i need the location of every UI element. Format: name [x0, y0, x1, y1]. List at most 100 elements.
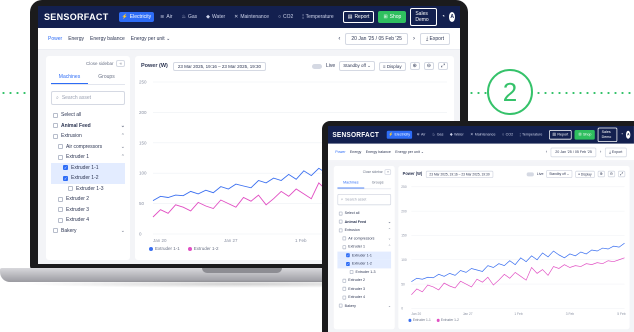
nav-item-water[interactable]: ◆ Water [203, 12, 228, 22]
asset-row[interactable]: Extruder 1 ⌃ [337, 243, 391, 251]
live-toggle[interactable] [526, 172, 534, 176]
asset-row[interactable]: Extruder 4 [337, 293, 391, 301]
select-all-row[interactable]: Select all [51, 110, 125, 121]
tab-groups[interactable]: Groups [88, 71, 125, 84]
live-toggle[interactable] [312, 63, 323, 69]
close-sidebar-label[interactable]: Close sidebar [363, 170, 383, 174]
checkbox[interactable]: ✓ [63, 175, 68, 181]
date-range-picker[interactable]: 20 Jan '25 / 05 Feb '25 [550, 147, 597, 157]
nav-item-temperature[interactable]: ¦ Temperature [517, 131, 544, 139]
export-button[interactable]: ⤓ Export [604, 147, 627, 157]
tab-energy[interactable]: Energy [350, 150, 361, 155]
zoom-in-icon[interactable]: ⊕ [597, 170, 605, 178]
chevron-icon[interactable]: ⌄ [388, 303, 391, 308]
nav-item-temperature[interactable]: ¦ Temperature [299, 12, 336, 22]
checkbox[interactable] [53, 133, 58, 139]
report-button[interactable]: ▤ Report [548, 130, 572, 140]
nav-item-gas[interactable]: ♨ Gas [178, 12, 200, 22]
checkbox[interactable] [338, 228, 343, 233]
asset-row[interactable]: Extruder 1-3 [337, 268, 391, 276]
checkbox[interactable] [349, 270, 354, 275]
avatar[interactable]: A [625, 130, 631, 139]
asset-row[interactable]: ✓ Extruder 1-1 [337, 251, 392, 260]
chevron-icon[interactable]: ⌃ [121, 133, 125, 139]
asset-row[interactable]: Extrusion ⌃ [51, 131, 125, 142]
chevron-icon[interactable]: ⌃ [121, 154, 125, 160]
asset-row[interactable]: Air compressors ⌄ [51, 142, 125, 153]
checkbox[interactable] [53, 112, 58, 118]
nav-item-water[interactable]: ◆ Water [448, 131, 466, 139]
tab-energy[interactable]: Energy per unit ⌄ [395, 150, 424, 155]
collapse-icon[interactable]: « [384, 169, 392, 175]
asset-row[interactable]: Animal Feed ⌄ [337, 218, 391, 226]
asset-row[interactable]: ✓ Extruder 1-2 [337, 259, 392, 268]
standby-select[interactable]: Standby off ⌄ [546, 170, 573, 178]
nav-item-co2[interactable]: ○ CO2 [500, 131, 515, 139]
chevron-icon[interactable]: ⌃ [388, 228, 391, 233]
checkbox[interactable] [53, 123, 58, 129]
checkbox[interactable]: ✓ [346, 261, 350, 266]
sales-demo-button[interactable]: Sales Demo [597, 127, 618, 142]
asset-row[interactable]: Bakery ⌄ [337, 302, 391, 310]
asset-row[interactable]: Extruder 2 [51, 194, 125, 205]
checkbox[interactable] [342, 295, 347, 300]
nav-item-air[interactable]: ≋ Air [414, 131, 427, 139]
checkbox[interactable] [338, 303, 343, 308]
export-button[interactable]: ⤓ Export [419, 32, 450, 45]
zoom-out-icon[interactable]: ⊖ [423, 62, 434, 70]
tab-energy[interactable]: Energy balance [90, 36, 125, 42]
chevron-icon[interactable]: ⌄ [388, 219, 391, 224]
chevron-left-icon[interactable]: ‹ [546, 150, 547, 155]
expand-icon[interactable]: ⤢ [437, 62, 448, 70]
checkbox[interactable] [58, 154, 63, 160]
tab-machines[interactable]: Machines [51, 71, 88, 84]
select-all-row[interactable]: Select all [337, 209, 391, 217]
nav-item-electricity[interactable]: ⚡ Electricity [386, 130, 413, 139]
asset-row[interactable]: ✓ Extruder 1-1 [51, 162, 125, 173]
search-input[interactable]: ⌕ Search asset [51, 91, 125, 105]
chevron-right-icon[interactable]: › [600, 150, 601, 155]
display-button[interactable]: ≡ Display [575, 170, 595, 178]
bell-icon[interactable]: ◔ [620, 132, 623, 137]
nav-item-gas[interactable]: ♨ Gas [430, 131, 446, 139]
chevron-icon[interactable]: ⌃ [388, 245, 391, 250]
tab-power[interactable]: Power [48, 36, 62, 42]
sales-demo-button[interactable]: Sales Demo [410, 8, 438, 26]
bell-icon[interactable]: ◔ [441, 14, 445, 20]
zoom-in-icon[interactable]: ⊕ [409, 62, 420, 70]
checkbox[interactable] [342, 236, 347, 241]
checkbox[interactable] [342, 245, 347, 249]
asset-row[interactable]: Extruder 1 ⌃ [51, 152, 125, 163]
asset-row[interactable]: Bakery ⌄ [51, 226, 125, 237]
checkbox[interactable]: ✓ [63, 165, 68, 171]
legend-item[interactable]: Extruder 1-1 [408, 318, 431, 322]
tab-machines[interactable]: Machines [337, 178, 365, 189]
nav-item-electricity[interactable]: ⚡ Electricity [118, 12, 155, 22]
shop-button[interactable]: ⊞ Shop [378, 11, 407, 23]
tab-energy[interactable]: Energy balance [366, 150, 391, 155]
asset-row[interactable]: Extruder 4 [51, 215, 125, 226]
nav-item-co2[interactable]: ○ CO2 [275, 12, 296, 22]
asset-row[interactable]: Animal Feed ⌄ [51, 121, 125, 132]
date-range-picker[interactable]: 20 Jan '25 / 05 Feb '25 [345, 32, 408, 45]
chevron-right-icon[interactable]: › [413, 36, 415, 42]
tab-power[interactable]: Power [335, 150, 345, 155]
expand-icon[interactable]: ⤢ [617, 170, 626, 178]
shop-button[interactable]: ⊞ Shop [574, 130, 596, 140]
checkbox[interactable] [58, 217, 63, 223]
nav-item-air[interactable]: ≋ Air [157, 12, 175, 22]
asset-row[interactable]: Extruder 1-3 [51, 184, 125, 195]
zoom-out-icon[interactable]: ⊖ [607, 170, 616, 178]
checkbox[interactable]: ✓ [346, 253, 350, 258]
nav-item-maintenance[interactable]: ✕ Maintenance [468, 131, 498, 139]
close-sidebar-label[interactable]: Close sidebar [86, 61, 114, 66]
tab-energy[interactable]: Energy [68, 36, 84, 42]
checkbox[interactable] [58, 144, 63, 150]
legend-item[interactable]: Extruder 1-1 [149, 246, 180, 251]
report-button[interactable]: ▤ Report [342, 11, 375, 23]
asset-row[interactable]: Extrusion ⌃ [337, 226, 391, 234]
chevron-icon[interactable]: ⌄ [121, 123, 125, 129]
chevron-icon[interactable]: ⌄ [388, 236, 391, 241]
asset-row[interactable]: Extruder 3 [51, 205, 125, 216]
checkbox[interactable] [338, 211, 343, 216]
